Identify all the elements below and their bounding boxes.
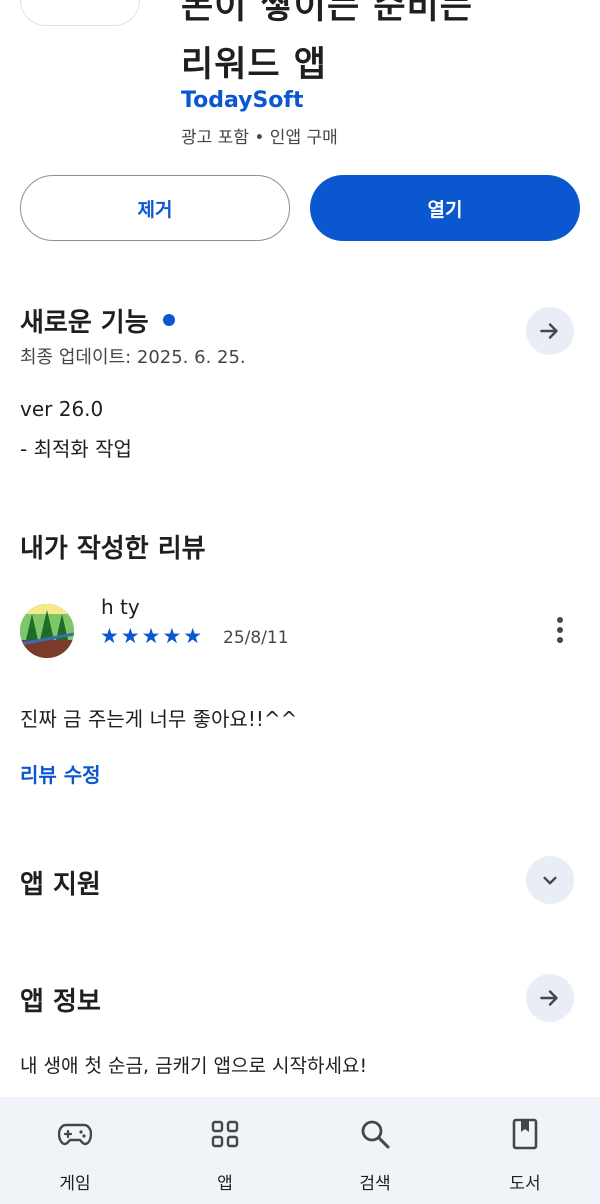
arrow-right-icon [540,323,558,339]
developer-link[interactable]: TodaySoft [181,88,304,113]
whats-new-title[interactable]: 새로운 기능 [20,302,175,339]
bottom-nav: 게임 앱 검색 도서 [0,1097,600,1204]
search-icon [358,1119,392,1149]
whats-new-title-text: 새로운 기능 [20,308,149,338]
remove-button[interactable]: 제거 [20,175,290,241]
new-indicator-dot [162,313,175,326]
nav-label-games: 게임 [59,1174,91,1194]
more-options-icon[interactable] [544,612,576,648]
nav-label-search: 검색 [359,1174,391,1194]
app-description: 내 생애 첫 순금, 금캐기 앱으로 시작하세요! [20,1055,368,1077]
reviewer-name: h ty [101,595,140,619]
last-updated: 최종 업데이트: 2025. 6. 25. [20,347,246,368]
app-title-line1: 돈이 쌓이는 순비는 [181,0,473,27]
nav-label-books: 도서 [509,1174,541,1194]
app-support-expand-button[interactable] [526,856,574,904]
review-date: 25/8/11 [223,628,289,648]
nav-item-apps[interactable]: 앱 [150,1097,300,1204]
book-icon [508,1118,542,1150]
avatar [20,604,74,658]
nav-item-games[interactable]: 게임 [0,1097,150,1204]
chevron-down-icon [543,876,557,885]
app-support-title[interactable]: 앱 지원 [20,864,101,901]
app-meta: 광고 포함 • 인앱 구매 [181,128,338,148]
nav-label-apps: 앱 [217,1174,233,1194]
nav-item-search[interactable]: 검색 [300,1097,450,1204]
app-info-arrow-button[interactable] [526,974,574,1022]
review-text: 진짜 금 주는게 너무 좋아요!!^^ [20,707,298,731]
edit-review-link[interactable]: 리뷰 수정 [20,759,101,788]
app-title: 돈이 쌓이는 순비는 리워드 앱 [181,0,473,94]
app-title-line2: 리워드 앱 [181,45,327,85]
open-button[interactable]: 열기 [310,175,580,241]
app-info-title[interactable]: 앱 정보 [20,981,101,1018]
arrow-right-icon [540,990,558,1006]
whats-new-arrow-button[interactable] [526,307,574,355]
nav-item-books[interactable]: 도서 [450,1097,600,1204]
apps-grid-icon [208,1119,242,1149]
app-icon [20,0,140,26]
gamepad-icon [58,1119,92,1149]
version-text: ver 26.0 [20,397,104,421]
update-note: - 최적화 작업 [20,437,132,461]
my-review-title: 내가 작성한 리뷰 [20,534,206,564]
star-rating: ★★★★★ [100,624,205,648]
